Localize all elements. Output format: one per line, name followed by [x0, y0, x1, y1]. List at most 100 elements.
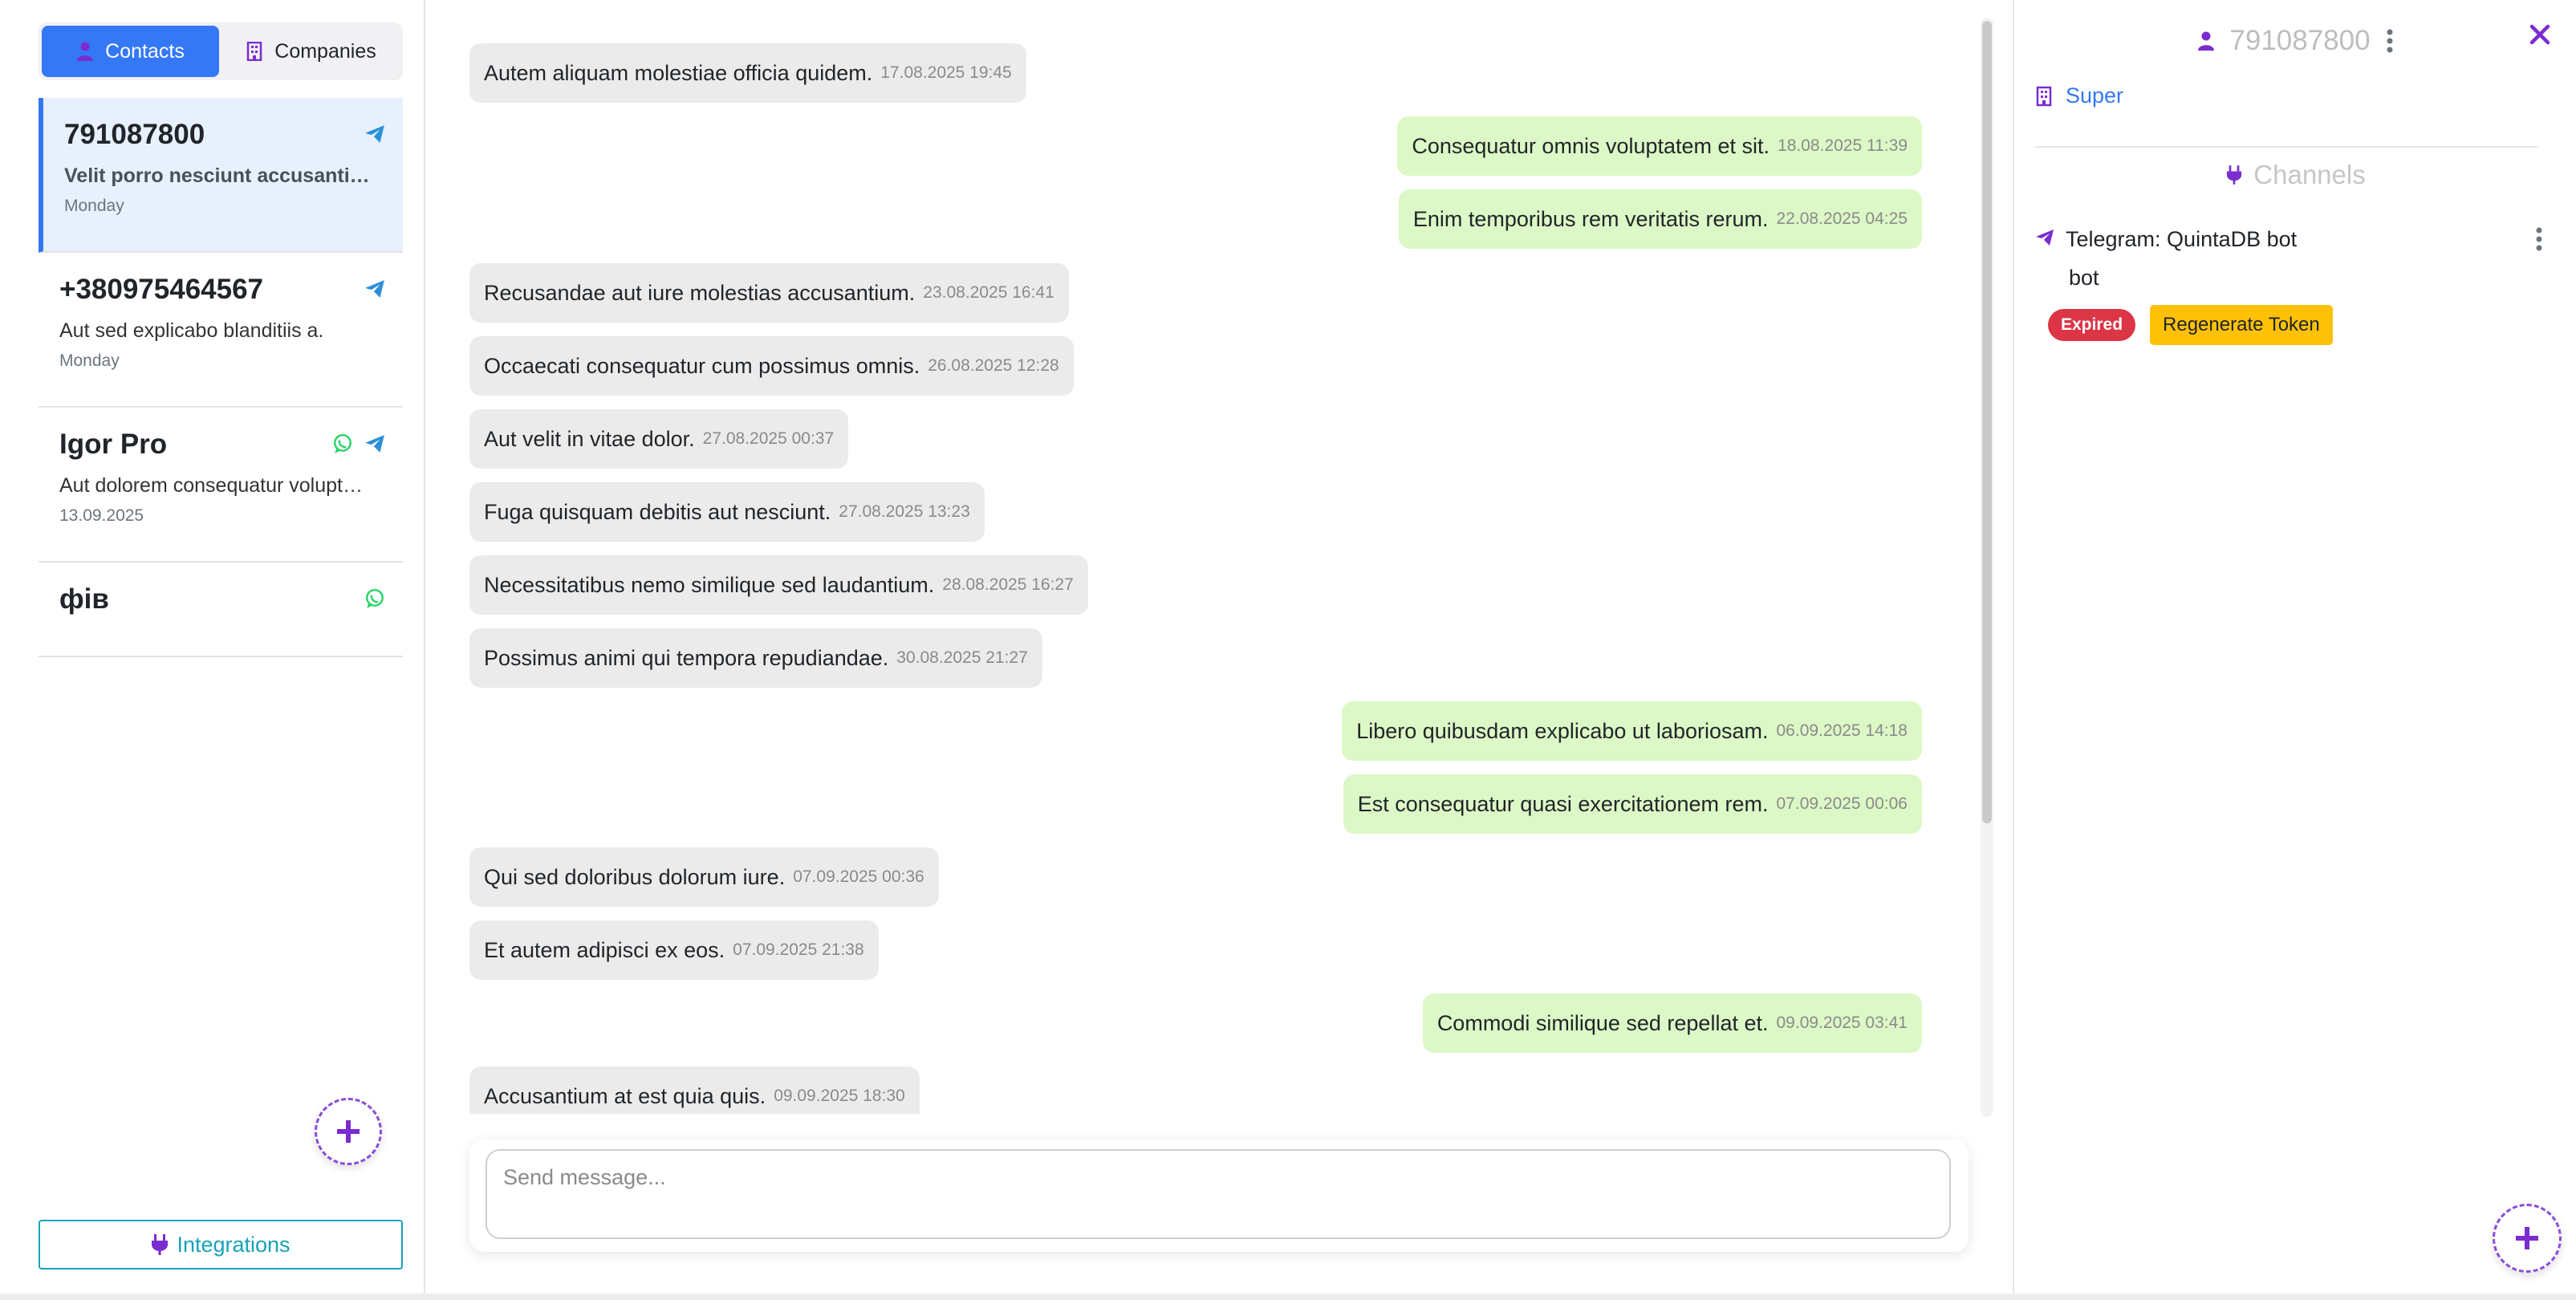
message-text: Commodi similique sed repellat et. [1436, 1010, 1769, 1035]
integrations-label: Integrations [177, 1232, 291, 1257]
plus-icon [337, 1120, 360, 1143]
tab-contacts[interactable]: Contacts [42, 26, 219, 77]
message-row: Qui sed doloribus dolorum iure. 07.09.20… [469, 847, 1922, 907]
message-time: 30.08.2025 21:27 [896, 648, 1028, 667]
whatsapp-icon [334, 433, 351, 453]
message-text: Est consequatur quasi exercitationem rem… [1357, 791, 1769, 816]
message-row: Aut velit in vitae dolor. 27.08.2025 00:… [469, 409, 1922, 469]
message-input[interactable] [486, 1149, 1951, 1239]
whatsapp-icon [366, 588, 384, 608]
bottom-edge [0, 1294, 2576, 1300]
integrations-button[interactable]: Integrations [39, 1220, 403, 1270]
message-scrollbar[interactable] [1981, 18, 1993, 1117]
message-time: 27.08.2025 00:37 [702, 429, 835, 448]
channels-heading: Channels [2014, 157, 2576, 193]
message-time: 09.09.2025 03:41 [1776, 1014, 1908, 1032]
message-bubble-incoming: Possimus animi qui tempora repudiandae. … [469, 628, 1042, 688]
scrollbar-thumb[interactable] [1982, 21, 1992, 823]
message-bubble-incoming: Occaecati consequatur cum possimus omnis… [469, 336, 1074, 396]
plug-icon [152, 1234, 169, 1255]
message-bubble-incoming: Et autem adipisci ex eos. 07.09.2025 21:… [469, 920, 879, 980]
message-row: Necessitatibus nemo similique sed laudan… [469, 555, 1922, 615]
message-bubble-incoming: Accusantium at est quia quis. 09.09.2025… [469, 1066, 920, 1114]
company-link[interactable]: Super [2035, 83, 2123, 108]
contact-item[interactable]: фів [39, 563, 403, 657]
channel-name-line1: Telegram: QuintaDB bot [2066, 227, 2298, 251]
contact-item[interactable]: +380975464567 Aut sed explicabo blanditi… [39, 253, 403, 408]
message-text: Qui sed doloribus dolorum iure. [484, 864, 786, 889]
plug-icon [2227, 165, 2242, 185]
person-icon [2198, 31, 2215, 51]
divider [2035, 146, 2537, 148]
message-text: Recusandae aut iure molestias accusantiu… [484, 280, 916, 305]
message-bubble-incoming: Aut velit in vitae dolor. 27.08.2025 00:… [469, 409, 849, 469]
message-row: Autem aliquam molestiae officia quidem. … [469, 43, 1922, 103]
sidebar-tabs: Contacts Companies [39, 22, 403, 80]
plus-icon [2516, 1227, 2538, 1249]
message-bubble-outgoing: Libero quibusdam explicabo ut laboriosam… [1342, 701, 1922, 761]
message-time: 17.08.2025 19:45 [880, 63, 1012, 82]
status-badge: Expired [2048, 309, 2136, 341]
message-time: 07.09.2025 00:06 [1776, 794, 1908, 813]
channel-name: Telegram: QuintaDB bot bot [2066, 223, 2355, 294]
chat-area: Autem aliquam molestiae officia quidem. … [425, 0, 2013, 1295]
tab-companies[interactable]: Companies [222, 26, 400, 77]
message-text: Necessitatibus nemo similique sed laudan… [484, 572, 935, 597]
composer [469, 1140, 1969, 1252]
contact-details-panel: 791087800 Super Channels Telegram: Quint… [2013, 0, 2576, 1295]
message-text: Fuga quisquam debitis aut nesciunt. [484, 499, 831, 524]
more-options-icon[interactable] [2385, 28, 2395, 54]
regenerate-token-button[interactable]: Regenerate Token [2150, 305, 2333, 345]
message-time: 26.08.2025 12:28 [928, 356, 1059, 375]
panel-header: 791087800 [2014, 21, 2576, 61]
message-bubble-incoming: Qui sed doloribus dolorum iure. 07.09.20… [469, 847, 939, 907]
message-row: Libero quibusdam explicabo ut laboriosam… [469, 701, 1922, 761]
message-text: Enim temporibus rem veritatis rerum. [1412, 206, 1769, 231]
channel-options-icon[interactable] [2534, 226, 2544, 252]
message-time: 23.08.2025 16:41 [923, 283, 1054, 302]
channel-name-line2: bot [2069, 266, 2099, 290]
telegram-icon [2036, 230, 2054, 246]
panel-title: 791087800 [2229, 25, 2371, 56]
message-row: Enim temporibus rem veritatis rerum. 22.… [469, 189, 1922, 249]
message-bubble-incoming: Fuga quisquam debitis aut nesciunt. 27.0… [469, 482, 985, 542]
message-time: 28.08.2025 16:27 [942, 575, 1074, 594]
contacts-sidebar: Contacts Companies 791087800 Velit porro… [0, 0, 425, 1295]
add-channel-button[interactable] [2493, 1204, 2562, 1273]
message-text: Libero quibusdam explicabo ut laboriosam… [1356, 718, 1769, 743]
contact-name: 791087800 [64, 119, 205, 150]
telegram-icon [365, 125, 384, 143]
telegram-icon [365, 435, 384, 453]
contact-item[interactable]: 791087800 Velit porro nesciunt accusanti… [39, 98, 403, 253]
building-icon [2036, 86, 2052, 106]
company-name: Super [2066, 83, 2124, 108]
message-row: Et autem adipisci ex eos. 07.09.2025 21:… [469, 920, 1922, 980]
message-time: 18.08.2025 11:39 [1778, 136, 1908, 155]
message-time: 07.09.2025 21:38 [733, 940, 864, 959]
app-window: Contacts Companies 791087800 Velit porro… [0, 0, 2576, 1300]
message-time: 22.08.2025 04:25 [1776, 209, 1908, 228]
message-bubble-outgoing: Consequatur omnis voluptatem et sit. 18.… [1397, 116, 1922, 176]
message-bubble-outgoing: Commodi similique sed repellat et. 09.09… [1422, 993, 1922, 1053]
contact-date: Monday [64, 197, 124, 215]
add-contact-button[interactable] [315, 1098, 382, 1165]
person-icon [77, 42, 94, 61]
contact-item[interactable]: Igor Pro Aut dolorem consequatur volupta… [39, 408, 403, 563]
message-bubble-incoming: Recusandae aut iure molestias accusantiu… [469, 263, 1069, 323]
close-icon[interactable] [2529, 24, 2550, 45]
message-row: Est consequatur quasi exercitationem rem… [469, 774, 1922, 834]
contact-last-message: Aut dolorem consequatur voluptatem. [59, 474, 372, 497]
building-icon [247, 42, 262, 61]
message-text: Et autem adipisci ex eos. [484, 937, 725, 962]
message-text: Occaecati consequatur cum possimus omnis… [484, 353, 920, 378]
message-text: Possimus animi qui tempora repudiandae. [484, 645, 889, 670]
message-bubble-incoming: Autem aliquam molestiae officia quidem. … [469, 43, 1026, 103]
channel-item: Telegram: QuintaDB bot bot Expired Regen… [2035, 223, 2549, 345]
message-bubble-incoming: Necessitatibus nemo similique sed laudan… [469, 555, 1088, 615]
tab-contacts-label: Contacts [105, 39, 185, 63]
contact-name: фів [59, 583, 109, 615]
message-text: Consequatur omnis voluptatem et sit. [1412, 133, 1770, 158]
contact-last-message: Aut sed explicabo blanditiis a. [59, 319, 324, 342]
message-time: 09.09.2025 18:30 [774, 1087, 905, 1105]
message-list[interactable]: Autem aliquam molestiae officia quidem. … [469, 22, 1922, 1114]
